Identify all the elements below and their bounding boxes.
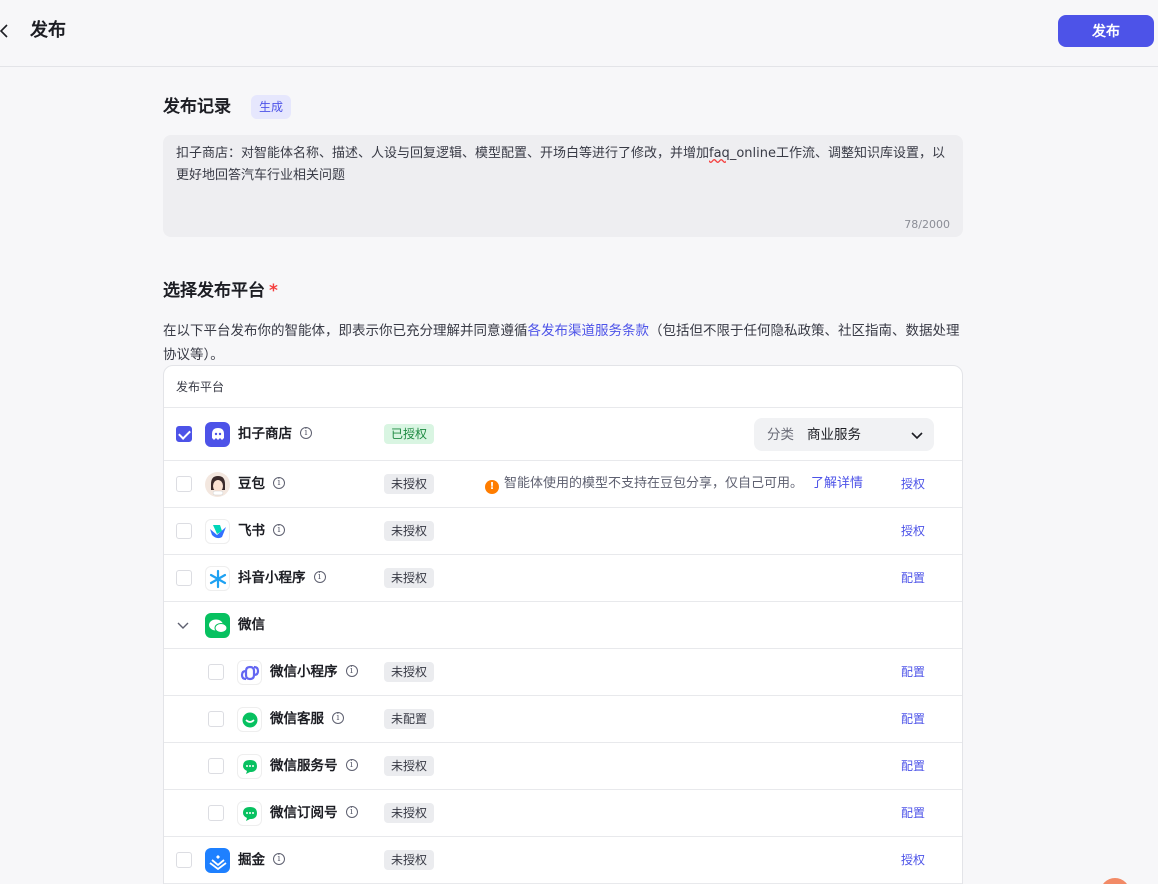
- record-text[interactable]: 扣子商店：对智能体名称、描述、人设与回复逻辑、模型配置、开场白等进行了修改，并增…: [176, 143, 946, 187]
- chevron-down-icon: [911, 432, 923, 440]
- juejin-status-badge: 未授权: [384, 850, 435, 870]
- wx-kf-checkbox[interactable]: [208, 711, 224, 727]
- platform-row-juejin: 掘金 i 未授权 授权: [164, 837, 962, 884]
- page-title: 发布: [30, 20, 66, 41]
- douyin-configure-link[interactable]: 配置: [901, 569, 925, 587]
- platform-row-wechat-group: 微信: [164, 602, 962, 649]
- feishu-name: 飞书 i: [238, 521, 285, 541]
- platform-section-title: 选择发布平台 *: [163, 281, 278, 301]
- wx-sub-name: 微信订阅号 i: [270, 803, 358, 823]
- wx-kf-status-badge: 未配置: [384, 709, 435, 729]
- platform-row-doubao: 豆包 i 未授权 ! 智能体使用的模型不支持在豆包分享，仅自己可用。 了解详情 授权: [164, 461, 962, 508]
- coze-name: 扣子商店 i: [238, 424, 312, 444]
- wx-service-configure-link[interactable]: 配置: [901, 757, 925, 775]
- char-counter: 78/2000: [904, 218, 950, 231]
- category-select[interactable]: 分类 商业服务: [754, 418, 934, 451]
- douyin-checkbox[interactable]: [176, 570, 192, 586]
- feishu-logo-icon: [205, 519, 230, 544]
- required-mark: *: [269, 281, 278, 301]
- info-icon[interactable]: i: [345, 665, 358, 677]
- juejin-logo-icon: [205, 848, 230, 873]
- wx-service-checkbox[interactable]: [208, 758, 224, 774]
- wx-service-name: 微信服务号 i: [270, 756, 358, 776]
- terms-link[interactable]: 各发布渠道服务条款: [528, 323, 650, 339]
- wx-kf-configure-link[interactable]: 配置: [901, 710, 925, 728]
- info-icon[interactable]: i: [273, 524, 285, 536]
- warning-icon: !: [485, 480, 499, 494]
- wx-sub-logo-icon: [237, 801, 262, 826]
- doubao-name: 豆包 i: [238, 474, 285, 494]
- doubao-authorize-link[interactable]: 授权: [901, 475, 925, 493]
- learn-more-link[interactable]: 了解详情: [811, 476, 863, 491]
- info-icon[interactable]: i: [300, 427, 312, 439]
- wx-kf-name: 微信客服 i: [270, 709, 344, 729]
- wx-sub-status-badge: 未授权: [384, 803, 435, 823]
- wx-sub-checkbox[interactable]: [208, 805, 224, 821]
- wx-mini-logo-icon: [237, 660, 262, 685]
- platform-row-douyin: 抖音小程序 i 未授权 配置: [164, 555, 962, 602]
- info-icon[interactable]: i: [313, 571, 326, 583]
- info-icon[interactable]: i: [345, 806, 358, 818]
- platform-row-wx-sub: 微信订阅号 i 未授权 配置: [164, 790, 962, 837]
- feishu-status-badge: 未授权: [384, 521, 435, 541]
- wx-mini-status-badge: 未授权: [384, 662, 435, 682]
- platform-row-feishu: 飞书 i 未授权 授权: [164, 508, 962, 555]
- category-label: 分类: [767, 427, 794, 443]
- info-icon[interactable]: i: [345, 759, 358, 771]
- juejin-checkbox[interactable]: [176, 852, 192, 868]
- douyin-name: 抖音小程序 i: [238, 568, 326, 588]
- publish-button[interactable]: 发布: [1058, 15, 1154, 47]
- platform-row-wx-mini: 微信小程序 i 未授权 配置: [164, 649, 962, 696]
- coze-logo-icon: [205, 422, 230, 447]
- feishu-checkbox[interactable]: [176, 523, 192, 539]
- doubao-checkbox[interactable]: [176, 476, 192, 492]
- coze-checkbox[interactable]: [176, 426, 192, 442]
- chevron-down-icon[interactable]: [176, 618, 190, 632]
- wx-service-status-badge: 未授权: [384, 756, 435, 776]
- feishu-authorize-link[interactable]: 授权: [901, 522, 925, 540]
- wx-kf-logo-icon: [237, 707, 262, 732]
- record-textarea[interactable]: 扣子商店：对智能体名称、描述、人设与回复逻辑、模型配置、开场白等进行了修改，并增…: [163, 135, 963, 237]
- generate-button[interactable]: 生成: [251, 95, 292, 119]
- spellcheck-word: faq: [709, 146, 730, 161]
- table-header: 发布平台: [164, 366, 962, 408]
- platform-row-wx-kf: 微信客服 i 未配置 配置: [164, 696, 962, 743]
- juejin-authorize-link[interactable]: 授权: [901, 851, 925, 869]
- terms-notice: 在以下平台发布你的智能体，即表示你已充分理解并同意遵循各发布渠道服务条款（包括但…: [163, 323, 960, 363]
- wx-mini-configure-link[interactable]: 配置: [901, 663, 925, 681]
- info-icon[interactable]: i: [273, 853, 285, 865]
- juejin-name: 掘金 i: [238, 850, 285, 870]
- page-header: 发布 发布: [0, 0, 1158, 67]
- info-icon[interactable]: i: [273, 477, 285, 489]
- doubao-warning: ! 智能体使用的模型不支持在豆包分享，仅自己可用。 了解详情: [485, 474, 863, 494]
- wechat-logo-icon: [205, 613, 230, 638]
- wechat-name: 微信: [238, 617, 265, 633]
- douyin-status-badge: 未授权: [384, 568, 435, 588]
- info-icon[interactable]: i: [332, 712, 344, 724]
- doubao-status-badge: 未授权: [384, 474, 435, 494]
- wx-mini-checkbox[interactable]: [208, 664, 224, 680]
- record-section-title: 发布记录: [163, 97, 231, 117]
- back-arrow-icon[interactable]: [0, 22, 14, 40]
- platform-row-wx-service: 微信服务号 i 未授权 配置: [164, 743, 962, 790]
- doubao-logo-icon: [205, 472, 230, 497]
- wx-sub-configure-link[interactable]: 配置: [901, 804, 925, 822]
- wx-mini-name: 微信小程序 i: [270, 662, 358, 682]
- category-value: 商业服务: [807, 427, 861, 443]
- floating-assistant-button[interactable]: [1100, 878, 1130, 884]
- coze-status-badge: 已授权: [384, 424, 435, 444]
- douyin-logo-icon: [205, 566, 230, 591]
- wx-service-logo-icon: [237, 754, 262, 779]
- platform-row-coze: 扣子商店 i 已授权 分类 商业服务: [164, 408, 962, 461]
- platform-table: 发布平台 扣子商店 i 已授权 分类 商业服务 豆包 i 未授权 ! 智能体使用的模型…: [163, 365, 963, 884]
